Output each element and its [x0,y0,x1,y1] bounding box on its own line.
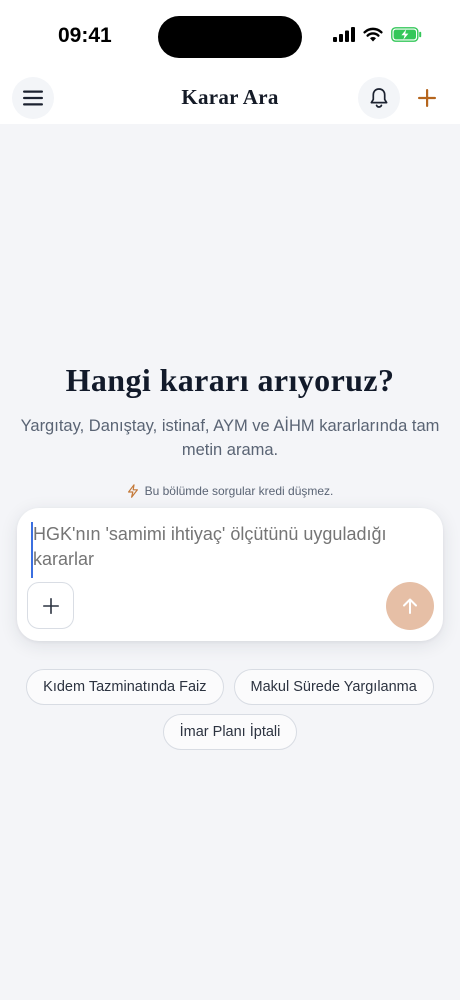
suggestion-chips: Kıdem Tazminatında Faiz Makul Sürede Yar… [20,669,440,750]
lightning-icon [127,484,138,498]
arrow-up-icon [403,598,417,614]
app-bar: Karar Ara [0,72,460,124]
search-input[interactable] [31,522,421,578]
plus-icon [42,597,59,614]
credit-note-text: Bu bölümde sorgular kredi düşmez. [144,484,334,498]
wifi-icon [363,27,383,42]
credit-note: Bu bölümde sorgular kredi düşmez. [0,484,460,498]
suggestion-chip[interactable]: Makul Sürede Yargılanma [233,669,434,705]
suggestion-chip[interactable]: Kıdem Tazminatında Faiz [26,669,224,705]
status-time: 09:41 [58,24,112,47]
signal-icon [333,27,355,42]
new-button[interactable] [406,77,448,119]
send-button[interactable] [386,582,434,630]
hero-subtitle: Yargıtay, Danıştay, istinaf, AYM ve AİHM… [20,417,440,459]
suggestion-chip[interactable]: İmar Planı İptali [162,714,298,750]
bell-icon [370,88,388,108]
dynamic-island [158,16,302,58]
plus-icon [418,89,436,107]
hero-title: Hangi kararı arıyoruz? [65,362,395,398]
status-bar: 09:41 [0,0,460,72]
attach-button[interactable] [27,582,74,629]
search-card [17,508,443,641]
notifications-button[interactable] [358,77,400,119]
status-icons [333,27,422,42]
battery-charging-icon [391,27,422,42]
